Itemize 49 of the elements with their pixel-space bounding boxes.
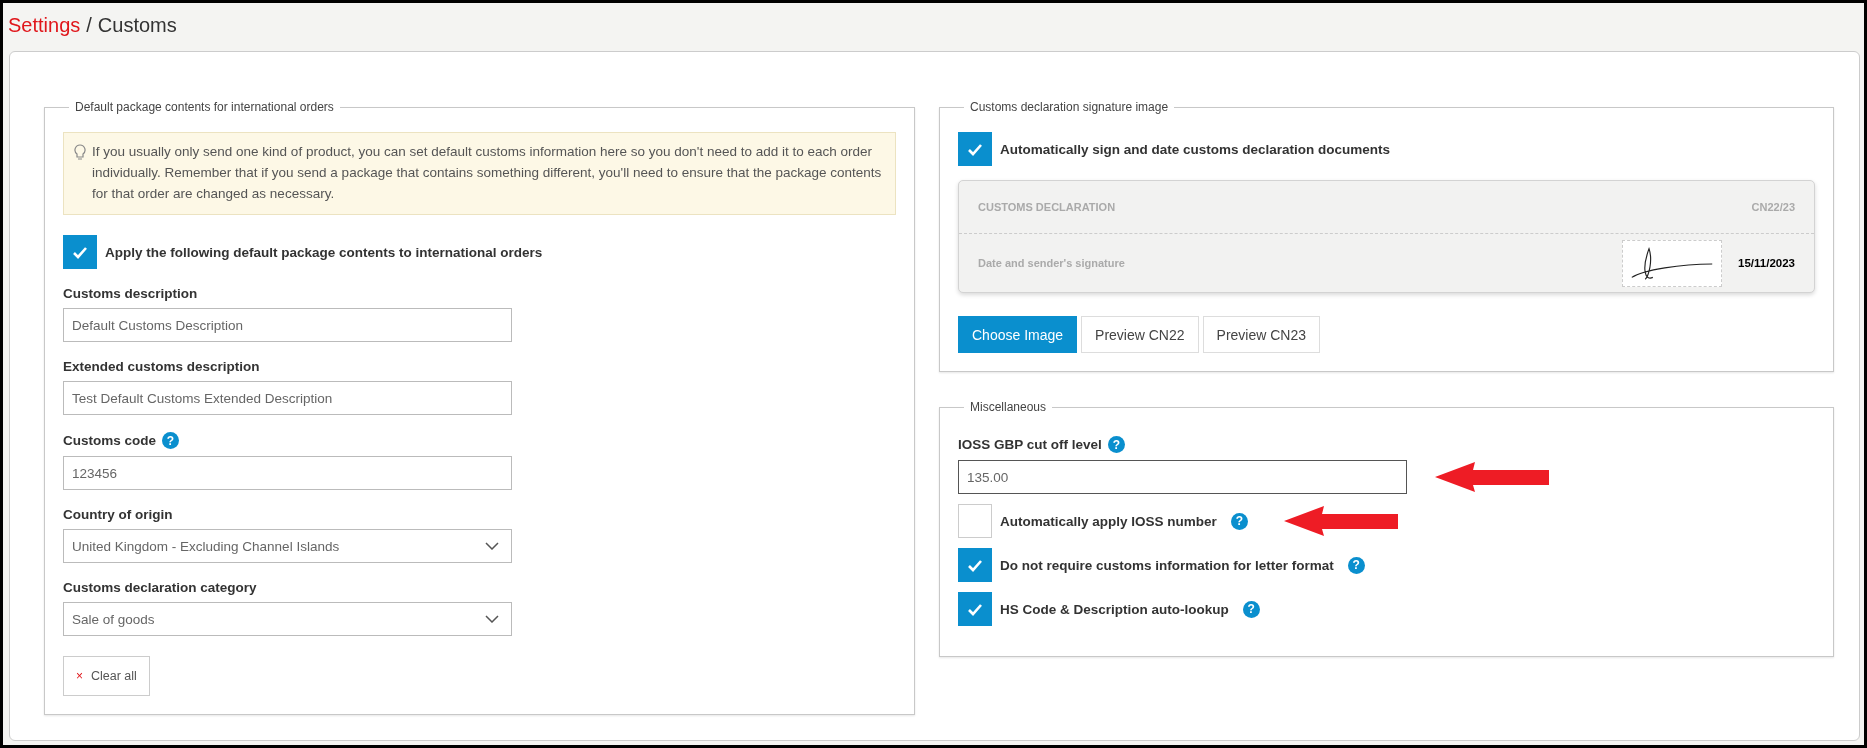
chevron-down-icon — [485, 615, 499, 623]
checkbox[interactable] — [958, 132, 992, 166]
checkbox[interactable] — [958, 548, 992, 582]
help-icon[interactable]: ? — [1242, 600, 1260, 618]
page-title: Customs — [97, 13, 177, 37]
checkmark-icon — [967, 142, 983, 156]
checkmark-icon — [967, 558, 983, 572]
help-icon[interactable]: ? — [1230, 512, 1248, 530]
input-field[interactable]: Test Default Customs Extended Description — [63, 381, 512, 415]
field-label: IOSS GBP cut off level — [958, 437, 1102, 452]
clear-all-button[interactable]: × Clear all — [63, 656, 150, 696]
breadcrumb-separator: / — [86, 13, 92, 37]
action-button[interactable]: Choose Image — [958, 316, 1078, 353]
breadcrumb-link[interactable]: Settings — [8, 13, 81, 37]
field-label: Country of origin — [63, 507, 173, 522]
input-field[interactable]: Default Customs Description — [63, 308, 512, 342]
help-icon[interactable]: ? — [1107, 436, 1125, 453]
dropdown[interactable]: Sale of goods — [63, 602, 512, 636]
checkbox-label: Automatically apply IOSS number — [1000, 513, 1217, 529]
checkmark-icon — [967, 602, 983, 616]
checkbox-label: Do not require customs information for letter format — [1000, 557, 1334, 573]
checkbox[interactable] — [958, 592, 992, 626]
dropdown[interactable]: United Kingdom - Excluding Channel Islands — [63, 529, 512, 563]
input-field[interactable]: 135.00 — [958, 460, 1407, 494]
input-field[interactable]: 123456 — [63, 456, 512, 490]
info-text: If you usually only send one kind of product, you can set default customs information here so you don't need to add it to each order individually. Remember that if you send a package that contains something different, you'll need to ensure that the package contents for that order are changed as necessary. — [92, 143, 883, 203]
declaration-title: CUSTOMS DECLARATION — [978, 201, 1116, 213]
field-label: Customs description — [63, 286, 198, 301]
help-icon[interactable]: ? — [1347, 556, 1365, 574]
field-label: Extended customs description — [63, 359, 260, 374]
action-button[interactable]: Preview CN23 — [1202, 316, 1321, 353]
signature-line-label: Date and sender's signature — [978, 257, 1126, 269]
field-label: Customs code — [63, 433, 157, 448]
chevron-down-icon — [485, 542, 499, 550]
lightbulb-icon — [74, 144, 86, 161]
action-button[interactable]: Preview CN22 — [1081, 316, 1199, 353]
section-legend: Miscellaneous — [964, 400, 1053, 414]
declaration-code: CN22/23 — [1751, 201, 1795, 213]
checkmark-icon — [72, 245, 88, 259]
checkbox-label: Automatically sign and date customs declaration documents — [1000, 141, 1391, 157]
section-legend: Default package contents for international orders — [69, 100, 340, 114]
signature-date: 15/11/2023 — [1738, 257, 1795, 269]
help-icon[interactable]: ? — [162, 432, 180, 449]
checkbox-label: Apply the following default package contents to international orders — [105, 244, 543, 260]
checkbox[interactable] — [63, 235, 97, 269]
checkbox-label: HS Code & Description auto-lookup — [1000, 601, 1229, 617]
field-label: Customs declaration category — [63, 580, 257, 595]
checkbox[interactable] — [958, 504, 992, 538]
section-legend: Customs declaration signature image — [964, 100, 1175, 114]
